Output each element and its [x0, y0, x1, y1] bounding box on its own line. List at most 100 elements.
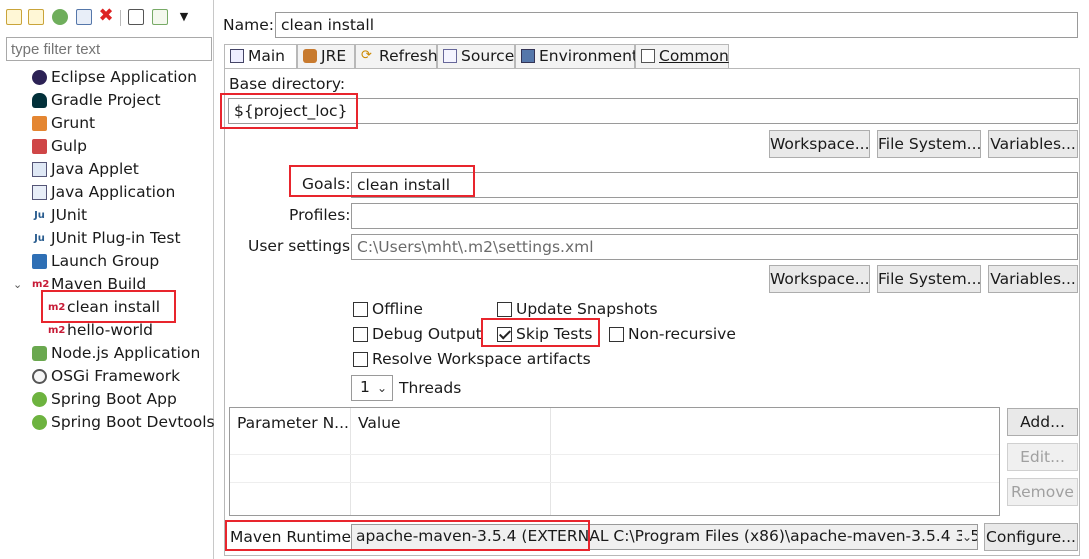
maven-icon: m2 — [48, 302, 66, 313]
grunt-icon — [32, 116, 47, 131]
export-icon[interactable] — [52, 9, 68, 25]
main-tab-icon — [230, 49, 244, 63]
tree-item[interactable]: Spring Boot App — [0, 388, 214, 411]
chevron-down-icon: ⌄ — [962, 526, 973, 548]
name-label: Name: — [223, 16, 274, 34]
new-config-icon[interactable] — [6, 9, 22, 25]
debug-output-checkbox[interactable] — [353, 327, 368, 342]
tab-source[interactable]: Source — [437, 44, 515, 68]
edit-button[interactable]: Edit... — [1007, 443, 1078, 471]
tree-item[interactable]: ⌄ m2 Maven Build — [0, 273, 214, 296]
user-settings-label: User settings: — [248, 237, 356, 255]
base-directory-label: Base directory: — [229, 75, 346, 93]
junit-plugin-icon: Ju — [34, 233, 45, 244]
tab-environment[interactable]: Environment — [515, 44, 638, 68]
tab-refresh[interactable]: ⟳ Refresh — [355, 44, 438, 68]
filter-input[interactable] — [6, 37, 212, 61]
gradle-icon — [32, 93, 47, 108]
tree-item[interactable]: Launch Group — [0, 250, 214, 273]
common-icon — [641, 49, 655, 63]
resolve-workspace-label: Resolve Workspace artifacts — [372, 350, 591, 368]
junit-icon: Ju — [34, 210, 45, 221]
offline-checkbox[interactable] — [353, 302, 368, 317]
spring-devtools-icon — [32, 415, 47, 430]
table-row — [230, 482, 999, 483]
column-divider — [550, 408, 551, 515]
chevron-down-icon: ⌄ — [377, 381, 388, 395]
tab-common[interactable]: Common — [635, 44, 729, 68]
maven-icon: m2 — [48, 325, 66, 336]
tree-item-label: Gradle Project — [51, 91, 161, 109]
tree-item[interactable]: OSGi Framework — [0, 365, 214, 388]
tree-item-label: Node.js Application — [51, 344, 201, 362]
tree-item[interactable]: Ju JUnit — [0, 204, 214, 227]
column-header-parameter[interactable]: Parameter N... — [230, 408, 349, 438]
tab-label: Environment — [539, 47, 638, 65]
goals-label: Goals: — [302, 175, 351, 193]
java-applet-icon — [32, 162, 47, 177]
tab-label: JRE — [321, 47, 347, 65]
base-directory-input[interactable]: ${project_loc} — [228, 98, 1078, 124]
view-menu-icon[interactable]: ▼ — [176, 9, 192, 25]
table-row — [230, 454, 999, 455]
java-application-icon — [32, 185, 47, 200]
tab-label: Refresh — [379, 47, 438, 65]
collapse-all-icon[interactable] — [128, 9, 144, 25]
tree-item[interactable]: Grunt — [0, 112, 214, 135]
jre-icon — [303, 49, 317, 63]
non-recursive-checkbox[interactable] — [609, 327, 624, 342]
file-system-button[interactable]: File System... — [877, 130, 981, 158]
chevron-down-icon[interactable]: ⌄ — [13, 273, 22, 296]
variables-button-2[interactable]: Variables... — [988, 265, 1078, 293]
profiles-label: Profiles: — [289, 206, 351, 224]
update-snapshots-label: Update Snapshots — [516, 300, 658, 318]
tree-item[interactable]: Java Applet — [0, 158, 214, 181]
goals-input[interactable]: clean install — [351, 172, 1078, 198]
tab-main[interactable]: Main — [224, 44, 297, 69]
update-snapshots-checkbox[interactable] — [497, 302, 512, 317]
file-system-button-2[interactable]: File System... — [877, 265, 981, 293]
tree-item-label: OSGi Framework — [51, 367, 181, 385]
toolbar-separator — [120, 10, 121, 26]
tree-item[interactable]: Gulp — [0, 135, 214, 158]
tree-item-label: JUnit Plug-in Test — [51, 229, 181, 247]
tree-item[interactable]: m2 clean install — [0, 290, 214, 323]
tree-item[interactable]: m2 hello-world — [0, 319, 214, 342]
tree-item[interactable]: Ju JUnit Plug-in Test — [0, 227, 214, 250]
profiles-input[interactable] — [351, 203, 1078, 229]
name-input[interactable]: clean install — [275, 12, 1078, 38]
threads-label: Threads — [399, 379, 462, 397]
variables-button[interactable]: Variables... — [988, 130, 1078, 158]
tree-item-label: Spring Boot App — [51, 390, 177, 408]
configure-button[interactable]: Configure... — [984, 523, 1078, 551]
new-prototype-icon[interactable] — [28, 9, 44, 25]
parameter-table[interactable]: Parameter N... Value — [229, 407, 1000, 516]
environment-icon — [521, 49, 535, 63]
maven-runtime-select[interactable]: apache-maven-3.5.4 (EXTERNAL C:\Program … — [351, 524, 978, 550]
tree-item[interactable]: Java Application — [0, 181, 214, 204]
launch-config-sidebar: ✖ ▼ Eclipse Application Gradle Project Gru… — [0, 0, 230, 559]
user-settings-input[interactable]: C:\Users\mht\.m2\settings.xml — [351, 234, 1078, 260]
threads-value: 1 — [360, 378, 370, 396]
tree-item[interactable]: Eclipse Application — [0, 66, 214, 89]
skip-tests-checkbox[interactable] — [497, 327, 512, 342]
add-button[interactable]: Add... — [1007, 408, 1078, 436]
filter-icon[interactable] — [152, 9, 168, 25]
resolve-workspace-checkbox[interactable] — [353, 352, 368, 367]
workspace-button-2[interactable]: Workspace... — [769, 265, 870, 293]
workspace-button[interactable]: Workspace... — [769, 130, 870, 158]
tree-item-label: JUnit — [51, 206, 88, 224]
tree-item-label: Launch Group — [51, 252, 160, 270]
threads-select[interactable]: 1 ⌄ — [351, 375, 393, 401]
tree-item[interactable]: Spring Boot Devtools C — [0, 411, 230, 434]
delete-icon[interactable]: ✖ — [98, 7, 114, 25]
tree-item-label: Maven Build — [51, 275, 147, 293]
tree-item[interactable]: Node.js Application — [0, 342, 214, 365]
tab-jre[interactable]: JRE — [297, 44, 355, 68]
column-header-value[interactable]: Value — [351, 408, 401, 438]
config-tree: Eclipse Application Gradle Project Grunt Gu… — [0, 66, 230, 446]
remove-button[interactable]: Remove — [1007, 478, 1078, 506]
tree-item[interactable]: Gradle Project — [0, 89, 214, 112]
duplicate-icon[interactable] — [76, 9, 92, 25]
tree-item-label: Eclipse Application — [51, 68, 197, 86]
